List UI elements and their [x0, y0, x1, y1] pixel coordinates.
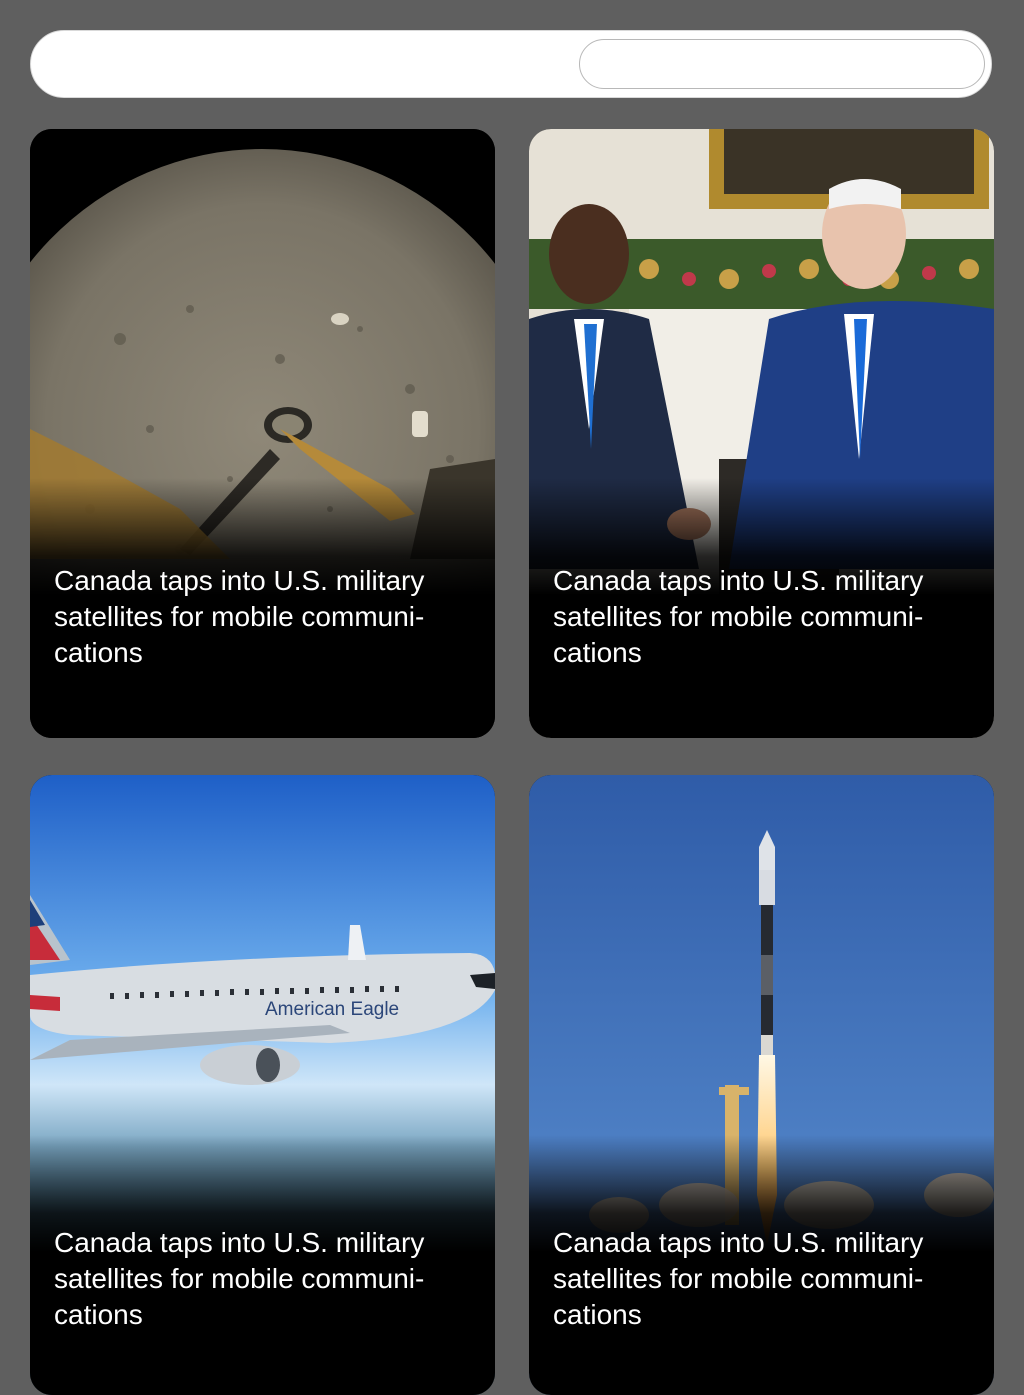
airplane-livery-text: American Eagle	[265, 999, 399, 1020]
card-headline: Canada taps into U.S. military satellite…	[54, 565, 425, 668]
top-bar	[30, 30, 992, 98]
search-input[interactable]	[579, 39, 985, 89]
card-headline: Canada taps into U.S. military satellite…	[553, 565, 924, 668]
news-card[interactable]: Canada taps into U.S. military satellite…	[529, 775, 994, 1395]
news-card[interactable]: Canada taps into U.S. military satellite…	[529, 129, 994, 738]
news-card[interactable]: American Eagle Canada taps into U.S. mil…	[30, 775, 495, 1395]
card-headline: Canada taps into U.S. military satellite…	[54, 1227, 425, 1330]
card-headline: Canada taps into U.S. military satellite…	[553, 1227, 924, 1330]
news-card[interactable]: Canada taps into U.S. military satellite…	[30, 129, 495, 738]
